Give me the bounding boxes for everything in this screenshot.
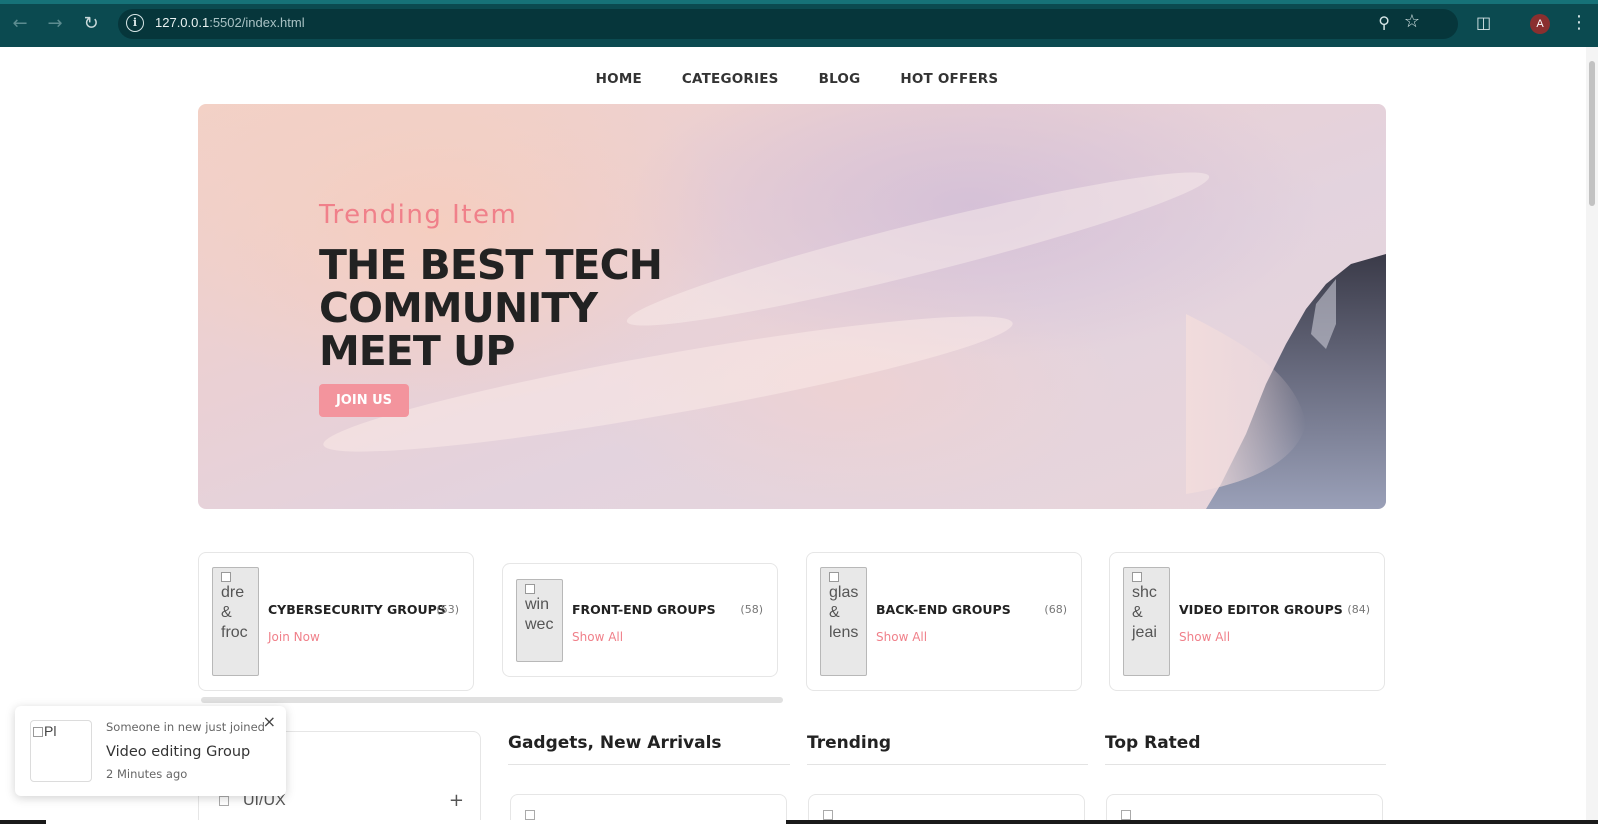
image-alt-text: froc — [221, 624, 248, 641]
nav-hot-offers[interactable]: HOT OFFERS — [900, 71, 998, 87]
plus-icon[interactable]: + — [449, 790, 464, 811]
notification-message: Someone in new just joined — [106, 720, 265, 734]
show-all-link[interactable]: Show All — [572, 630, 623, 644]
notification-image: Pl — [30, 720, 92, 782]
broken-image-icon — [823, 810, 833, 820]
category-card-cybersecurity[interactable]: dre & froc CYBERSECURITY GROUPS (53) Joi… — [198, 552, 474, 691]
close-icon[interactable]: × — [263, 712, 276, 731]
hero-title-line: COMMUNITY — [319, 284, 598, 332]
category-title: FRONT-END GROUPS — [572, 602, 716, 617]
section-title-trending: Trending — [807, 733, 892, 753]
category-count: (58) — [740, 603, 763, 616]
notification-time: 2 Minutes ago — [106, 767, 188, 781]
tab-strip-edge — [0, 0, 1598, 4]
image-alt-text: glas — [829, 584, 859, 601]
image-alt-text: & — [221, 604, 232, 621]
url-host: 127.0.0.1 — [155, 15, 210, 30]
broken-image-icon — [1121, 810, 1131, 820]
section-title-gadgets: Gadgets, New Arrivals — [508, 733, 722, 753]
reload-icon[interactable]: ↻ — [79, 12, 103, 36]
url-text[interactable]: 127.0.0.1:5502/index.html — [155, 15, 305, 30]
browser-toolbar: ← → ↻ i 127.0.0.1:5502/index.html ⚲ ☆ ◫ … — [0, 0, 1598, 47]
hero-title: THE BEST TECH COMMUNITY MEET UP — [319, 244, 699, 373]
section-divider — [508, 764, 790, 765]
category-title: BACK-END GROUPS — [876, 602, 1011, 617]
category-count: (84) — [1347, 603, 1370, 616]
address-bar[interactable]: i 127.0.0.1:5502/index.html ⚲ ☆ — [118, 9, 1458, 39]
hero-banner: Trending Item THE BEST TECH COMMUNITY ME… — [198, 104, 1386, 509]
star-icon[interactable]: ☆ — [1404, 11, 1420, 32]
category-title: CYBERSECURITY GROUPS — [268, 602, 446, 617]
image-alt-text: win — [525, 596, 550, 613]
category-count: (68) — [1044, 603, 1067, 616]
main-nav: HOME CATEGORIES BLOG HOT OFFERS — [0, 71, 1586, 87]
broken-image-icon — [221, 572, 231, 582]
category-card-video-editor[interactable]: shc & jeai VIDEO EDITOR GROUPS (84) Show… — [1109, 552, 1385, 691]
broken-image-icon — [525, 584, 535, 594]
join-us-button[interactable]: JOIN US — [319, 384, 409, 417]
url-path: :5502/index.html — [209, 15, 305, 30]
mountain-image — [1186, 254, 1386, 509]
category-count: (53) — [436, 603, 459, 616]
scrollbar-thumb[interactable] — [1589, 61, 1595, 206]
avatar[interactable]: A — [1530, 14, 1550, 34]
dots-vertical-icon[interactable]: ⋮ — [1570, 12, 1588, 33]
category-image: win wec — [516, 579, 563, 662]
hero-tagline: Trending Item — [319, 200, 518, 230]
info-icon[interactable]: i — [126, 14, 144, 32]
notification-group-name: Video editing Group — [106, 744, 251, 760]
image-alt-text: wec — [525, 616, 554, 633]
nav-home[interactable]: HOME — [596, 71, 642, 87]
show-all-link[interactable]: Show All — [1179, 630, 1230, 644]
category-card-back-end[interactable]: glas & lens BACK-END GROUPS (68) Show Al… — [806, 552, 1082, 691]
broken-image-icon — [1132, 572, 1142, 582]
horizontal-scroll-region — [46, 820, 786, 824]
image-alt-text: shc — [1132, 584, 1157, 601]
image-alt-text: & — [829, 604, 840, 621]
category-image: dre & froc — [212, 567, 259, 676]
section-divider — [807, 764, 1088, 765]
image-alt-text: Pl — [44, 723, 57, 739]
category-title: VIDEO EDITOR GROUPS — [1179, 602, 1343, 617]
page-scrollbar[interactable] — [1586, 47, 1598, 824]
nav-categories[interactable]: CATEGORIES — [682, 71, 779, 87]
broken-image-icon — [219, 796, 229, 806]
broken-image-icon — [33, 727, 43, 738]
show-all-link[interactable]: Show All — [876, 630, 927, 644]
category-card-front-end[interactable]: win wec FRONT-END GROUPS (58) Show All — [502, 563, 778, 677]
broken-image-icon — [525, 810, 535, 820]
section-divider — [1105, 764, 1386, 765]
image-alt-text: & — [1132, 604, 1143, 621]
hero-title-line: THE BEST TECH — [319, 241, 663, 289]
category-image: shc & jeai — [1123, 567, 1170, 676]
hero-title-line: MEET UP — [319, 327, 515, 375]
hero-cloud — [620, 152, 1216, 346]
nav-blog[interactable]: BLOG — [819, 71, 861, 87]
join-notification-toast: Pl Someone in new just joined Video edit… — [15, 706, 286, 796]
arrow-left-icon[interactable]: ← — [8, 12, 32, 36]
zoom-icon[interactable]: ⚲ — [1378, 13, 1390, 32]
image-alt-text: jeai — [1132, 624, 1157, 641]
window-bottom-edge — [0, 820, 1598, 824]
image-alt-text: lens — [829, 624, 859, 641]
section-title-top-rated: Top Rated — [1105, 733, 1201, 753]
category-carousel-scrollbar[interactable] — [201, 697, 783, 703]
arrow-right-icon[interactable]: → — [43, 12, 67, 36]
category-image: glas & lens — [820, 567, 867, 676]
puzzle-icon[interactable]: ◫ — [1476, 13, 1491, 32]
image-alt-text: dre — [221, 584, 245, 601]
broken-image-icon — [829, 572, 839, 582]
join-now-link[interactable]: Join Now — [268, 630, 320, 644]
